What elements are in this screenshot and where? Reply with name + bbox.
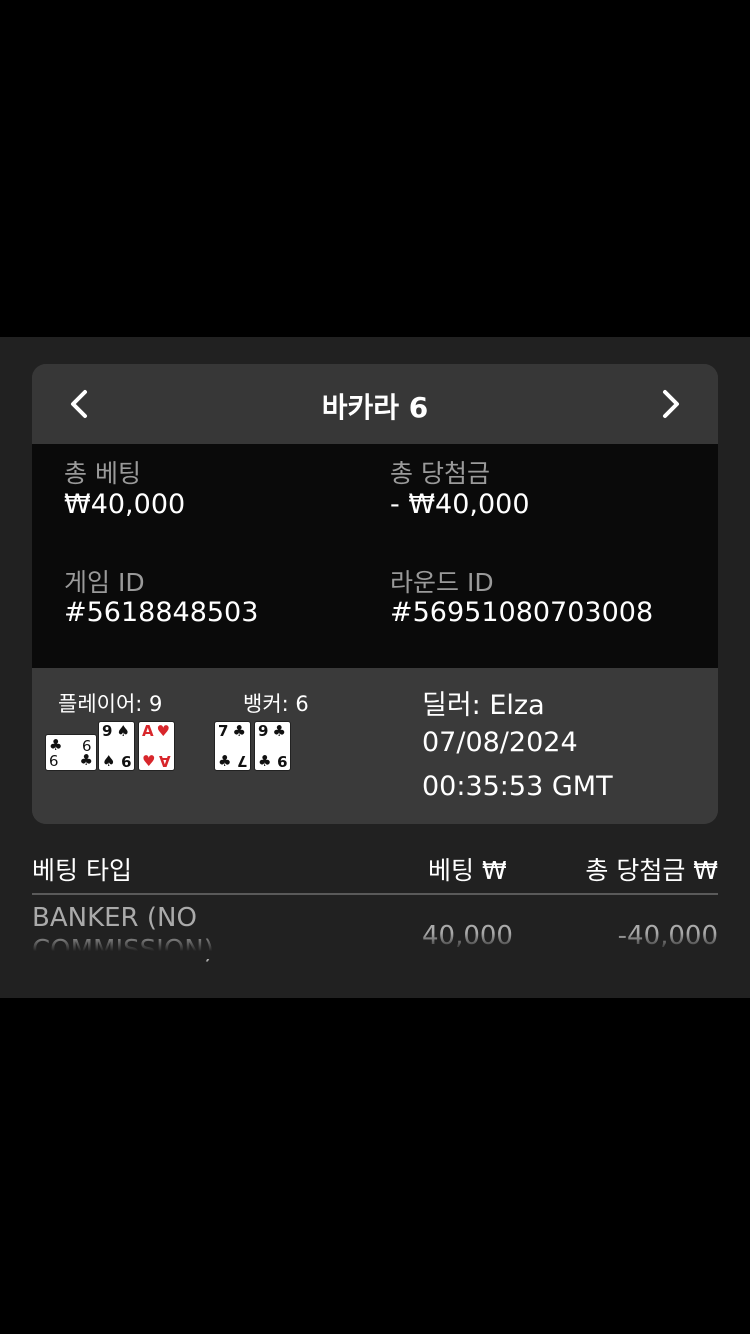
round-id-label: 라운드 ID bbox=[390, 568, 494, 597]
card-rank: 9 bbox=[120, 752, 131, 770]
col-win-amount: 총 당첨금 ₩ bbox=[585, 856, 718, 885]
game-id-label: 게임 ID bbox=[64, 568, 145, 597]
round-time: 00:35:53 GMT bbox=[422, 771, 613, 802]
playing-card: 9 ♠ ♠ 9 bbox=[98, 721, 135, 771]
card-rank: 9 bbox=[258, 722, 269, 740]
playing-card: ♣ 9 9 ♣ bbox=[45, 734, 97, 771]
round-result: 플레이어: 9 뱅커: 6 ♣ 9 9 ♣ 9 ♠ ♠ 9 A ♥ ♥ A 7 ♣ ♣ 7 9 ♣ ♣ 9 딜러: … bbox=[32, 668, 718, 824]
game-title: 바카라 6 bbox=[321, 391, 429, 424]
game-id-value: #5618848503 bbox=[64, 597, 259, 628]
total-win-value: - ₩40,000 bbox=[390, 489, 530, 520]
scroll-fade bbox=[0, 933, 750, 959]
table-divider bbox=[32, 893, 718, 895]
card-rank: A bbox=[159, 752, 171, 770]
col-bet-type: 베팅 타입 bbox=[32, 856, 132, 885]
playing-card: 9 ♣ ♣ 9 bbox=[254, 721, 291, 771]
card-suit: ♥ bbox=[142, 752, 156, 770]
card-rank: 9 bbox=[276, 752, 287, 770]
round-detail-sheet: 바카라 6 총 베팅 ₩40,000 총 당첨금 - ₩40,000 게임 ID… bbox=[0, 337, 750, 998]
round-date: 07/08/2024 bbox=[422, 727, 578, 758]
banker-hand: 7 ♣ ♣ 7 9 ♣ ♣ 9 bbox=[214, 721, 294, 773]
total-bet-label: 총 베팅 bbox=[64, 459, 141, 488]
player-hand: ♣ 9 9 ♣ 9 ♠ ♠ 9 A ♥ ♥ A bbox=[45, 721, 180, 773]
card-rank: 7 bbox=[236, 752, 247, 770]
round-id-value: #56951080703008 bbox=[390, 597, 654, 628]
round-card: 바카라 6 총 베팅 ₩40,000 총 당첨금 - ₩40,000 게임 ID… bbox=[32, 364, 718, 824]
card-suit: ♣ bbox=[218, 752, 232, 770]
card-suit: ♣ bbox=[79, 751, 93, 769]
card-suit: ♥ bbox=[156, 722, 170, 740]
card-suit: ♣ bbox=[232, 722, 246, 740]
player-score: 플레이어: 9 bbox=[58, 692, 163, 716]
card-suit: ♠ bbox=[116, 722, 130, 740]
card-rank: A bbox=[142, 722, 154, 740]
playing-card: 7 ♣ ♣ 7 bbox=[214, 721, 251, 771]
card-rank: 9 bbox=[49, 751, 59, 769]
total-bet-value: ₩40,000 bbox=[64, 489, 186, 520]
card-header: 바카라 6 bbox=[32, 364, 718, 444]
card-rank: 9 bbox=[102, 722, 113, 740]
bet-type-line1: BANKER (NO bbox=[32, 903, 197, 933]
card-suit: ♠ bbox=[102, 752, 116, 770]
chevron-right-icon bbox=[663, 390, 679, 418]
playing-card: A ♥ ♥ A bbox=[138, 721, 175, 771]
banker-score: 뱅커: 6 bbox=[243, 692, 309, 716]
card-suit: ♣ bbox=[272, 722, 286, 740]
col-bet-amount: 베팅 ₩ bbox=[428, 856, 507, 885]
dealer-name: 딜러: Elza bbox=[422, 690, 545, 721]
card-rank: 7 bbox=[218, 722, 229, 740]
bet-summary: 총 베팅 ₩40,000 총 당첨금 - ₩40,000 게임 ID #5618… bbox=[32, 444, 718, 668]
total-win-label: 총 당첨금 bbox=[390, 459, 490, 488]
card-suit: ♣ bbox=[258, 752, 272, 770]
next-round-button[interactable] bbox=[650, 384, 690, 424]
